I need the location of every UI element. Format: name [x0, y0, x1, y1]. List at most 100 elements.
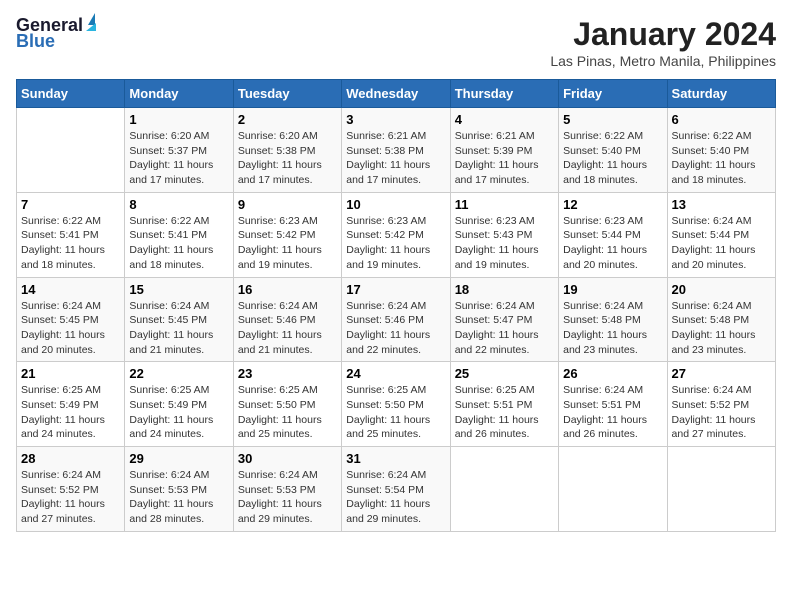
- day-number: 26: [563, 366, 662, 381]
- logo: General Blue: [16, 16, 96, 52]
- header-sunday: Sunday: [17, 80, 125, 108]
- day-number: 24: [346, 366, 445, 381]
- calendar-cell: 14 Sunrise: 6:24 AM Sunset: 5:45 PM Dayli…: [17, 277, 125, 362]
- day-info: Sunrise: 6:22 AM Sunset: 5:40 PM Dayligh…: [563, 129, 662, 188]
- day-number: 11: [455, 197, 554, 212]
- day-number: 19: [563, 282, 662, 297]
- week-row-3: 14 Sunrise: 6:24 AM Sunset: 5:45 PM Dayli…: [17, 277, 776, 362]
- day-number: 2: [238, 112, 337, 127]
- calendar-cell: 3 Sunrise: 6:21 AM Sunset: 5:38 PM Daylig…: [342, 108, 450, 193]
- day-number: 16: [238, 282, 337, 297]
- day-info: Sunrise: 6:24 AM Sunset: 5:47 PM Dayligh…: [455, 299, 554, 358]
- day-info: Sunrise: 6:22 AM Sunset: 5:41 PM Dayligh…: [21, 214, 120, 273]
- day-info: Sunrise: 6:21 AM Sunset: 5:39 PM Dayligh…: [455, 129, 554, 188]
- day-info: Sunrise: 6:25 AM Sunset: 5:49 PM Dayligh…: [129, 383, 228, 442]
- week-row-2: 7 Sunrise: 6:22 AM Sunset: 5:41 PM Daylig…: [17, 192, 776, 277]
- page-header: General Blue January 2024 Las Pinas, Met…: [16, 16, 776, 69]
- day-number: 17: [346, 282, 445, 297]
- day-info: Sunrise: 6:24 AM Sunset: 5:52 PM Dayligh…: [21, 468, 120, 527]
- day-info: Sunrise: 6:24 AM Sunset: 5:45 PM Dayligh…: [21, 299, 120, 358]
- calendar-cell: 22 Sunrise: 6:25 AM Sunset: 5:49 PM Dayli…: [125, 362, 233, 447]
- calendar-cell: 25 Sunrise: 6:25 AM Sunset: 5:51 PM Dayli…: [450, 362, 558, 447]
- day-info: Sunrise: 6:25 AM Sunset: 5:50 PM Dayligh…: [346, 383, 445, 442]
- header-saturday: Saturday: [667, 80, 775, 108]
- day-info: Sunrise: 6:24 AM Sunset: 5:48 PM Dayligh…: [672, 299, 771, 358]
- day-info: Sunrise: 6:24 AM Sunset: 5:48 PM Dayligh…: [563, 299, 662, 358]
- day-info: Sunrise: 6:24 AM Sunset: 5:44 PM Dayligh…: [672, 214, 771, 273]
- calendar-cell: 24 Sunrise: 6:25 AM Sunset: 5:50 PM Dayli…: [342, 362, 450, 447]
- day-number: 8: [129, 197, 228, 212]
- calendar-cell: 26 Sunrise: 6:24 AM Sunset: 5:51 PM Dayli…: [559, 362, 667, 447]
- calendar-cell: 31 Sunrise: 6:24 AM Sunset: 5:54 PM Dayli…: [342, 447, 450, 532]
- day-info: Sunrise: 6:25 AM Sunset: 5:49 PM Dayligh…: [21, 383, 120, 442]
- day-number: 29: [129, 451, 228, 466]
- calendar-cell: [450, 447, 558, 532]
- calendar-cell: 23Sunrise: 6:25 AM Sunset: 5:50 PM Dayli…: [233, 362, 341, 447]
- calendar-cell: [559, 447, 667, 532]
- calendar-cell: 7 Sunrise: 6:22 AM Sunset: 5:41 PM Daylig…: [17, 192, 125, 277]
- day-number: 3: [346, 112, 445, 127]
- day-info: Sunrise: 6:24 AM Sunset: 5:46 PM Dayligh…: [346, 299, 445, 358]
- day-info: Sunrise: 6:25 AM Sunset: 5:51 PM Dayligh…: [455, 383, 554, 442]
- calendar-cell: 8Sunrise: 6:22 AM Sunset: 5:41 PM Daylig…: [125, 192, 233, 277]
- day-info: Sunrise: 6:24 AM Sunset: 5:53 PM Dayligh…: [129, 468, 228, 527]
- calendar-cell: 16 Sunrise: 6:24 AM Sunset: 5:46 PM Dayli…: [233, 277, 341, 362]
- day-number: 27: [672, 366, 771, 381]
- day-info: Sunrise: 6:23 AM Sunset: 5:43 PM Dayligh…: [455, 214, 554, 273]
- calendar-cell: 6 Sunrise: 6:22 AM Sunset: 5:40 PM Daylig…: [667, 108, 775, 193]
- day-number: 13: [672, 197, 771, 212]
- calendar-cell: 2 Sunrise: 6:20 AM Sunset: 5:38 PM Daylig…: [233, 108, 341, 193]
- calendar-cell: 29 Sunrise: 6:24 AM Sunset: 5:53 PM Dayli…: [125, 447, 233, 532]
- calendar-cell: 13 Sunrise: 6:24 AM Sunset: 5:44 PM Dayli…: [667, 192, 775, 277]
- header-tuesday: Tuesday: [233, 80, 341, 108]
- calendar-cell: 1 Sunrise: 6:20 AM Sunset: 5:37 PM Daylig…: [125, 108, 233, 193]
- day-number: 7: [21, 197, 120, 212]
- day-info: Sunrise: 6:23 AM Sunset: 5:44 PM Dayligh…: [563, 214, 662, 273]
- day-number: 20: [672, 282, 771, 297]
- calendar-cell: [667, 447, 775, 532]
- day-number: 18: [455, 282, 554, 297]
- week-row-4: 21Sunrise: 6:25 AM Sunset: 5:49 PM Dayli…: [17, 362, 776, 447]
- day-info: Sunrise: 6:24 AM Sunset: 5:54 PM Dayligh…: [346, 468, 445, 527]
- day-number: 28: [21, 451, 120, 466]
- day-number: 22: [129, 366, 228, 381]
- day-number: 9: [238, 197, 337, 212]
- calendar-cell: 18 Sunrise: 6:24 AM Sunset: 5:47 PM Dayli…: [450, 277, 558, 362]
- day-number: 6: [672, 112, 771, 127]
- calendar-cell: 5Sunrise: 6:22 AM Sunset: 5:40 PM Daylig…: [559, 108, 667, 193]
- calendar-cell: 12 Sunrise: 6:23 AM Sunset: 5:44 PM Dayli…: [559, 192, 667, 277]
- calendar-header-row: SundayMondayTuesdayWednesdayThursdayFrid…: [17, 80, 776, 108]
- calendar-cell: 4 Sunrise: 6:21 AM Sunset: 5:39 PM Daylig…: [450, 108, 558, 193]
- calendar-cell: 28 Sunrise: 6:24 AM Sunset: 5:52 PM Dayli…: [17, 447, 125, 532]
- day-number: 31: [346, 451, 445, 466]
- calendar-cell: 9Sunrise: 6:23 AM Sunset: 5:42 PM Daylig…: [233, 192, 341, 277]
- day-number: 4: [455, 112, 554, 127]
- day-number: 14: [21, 282, 120, 297]
- day-info: Sunrise: 6:24 AM Sunset: 5:51 PM Dayligh…: [563, 383, 662, 442]
- calendar-cell: 27Sunrise: 6:24 AM Sunset: 5:52 PM Dayli…: [667, 362, 775, 447]
- day-info: Sunrise: 6:24 AM Sunset: 5:45 PM Dayligh…: [129, 299, 228, 358]
- day-info: Sunrise: 6:22 AM Sunset: 5:40 PM Dayligh…: [672, 129, 771, 188]
- subtitle: Las Pinas, Metro Manila, Philippines: [550, 53, 776, 69]
- day-info: Sunrise: 6:20 AM Sunset: 5:37 PM Dayligh…: [129, 129, 228, 188]
- calendar-cell: 17 Sunrise: 6:24 AM Sunset: 5:46 PM Dayli…: [342, 277, 450, 362]
- day-info: Sunrise: 6:21 AM Sunset: 5:38 PM Dayligh…: [346, 129, 445, 188]
- day-info: Sunrise: 6:20 AM Sunset: 5:38 PM Dayligh…: [238, 129, 337, 188]
- day-info: Sunrise: 6:25 AM Sunset: 5:50 PM Dayligh…: [238, 383, 337, 442]
- day-info: Sunrise: 6:23 AM Sunset: 5:42 PM Dayligh…: [346, 214, 445, 273]
- day-info: Sunrise: 6:24 AM Sunset: 5:46 PM Dayligh…: [238, 299, 337, 358]
- week-row-5: 28 Sunrise: 6:24 AM Sunset: 5:52 PM Dayli…: [17, 447, 776, 532]
- calendar-table: SundayMondayTuesdayWednesdayThursdayFrid…: [16, 79, 776, 532]
- main-title: January 2024: [550, 16, 776, 53]
- calendar-cell: 30Sunrise: 6:24 AM Sunset: 5:53 PM Dayli…: [233, 447, 341, 532]
- calendar-cell: 20 Sunrise: 6:24 AM Sunset: 5:48 PM Dayli…: [667, 277, 775, 362]
- day-number: 15: [129, 282, 228, 297]
- day-number: 25: [455, 366, 554, 381]
- header-friday: Friday: [559, 80, 667, 108]
- day-number: 12: [563, 197, 662, 212]
- calendar-cell: 19 Sunrise: 6:24 AM Sunset: 5:48 PM Dayli…: [559, 277, 667, 362]
- day-number: 1: [129, 112, 228, 127]
- calendar-cell: 11 Sunrise: 6:23 AM Sunset: 5:43 PM Dayli…: [450, 192, 558, 277]
- calendar-cell: 21Sunrise: 6:25 AM Sunset: 5:49 PM Dayli…: [17, 362, 125, 447]
- calendar-cell: [17, 108, 125, 193]
